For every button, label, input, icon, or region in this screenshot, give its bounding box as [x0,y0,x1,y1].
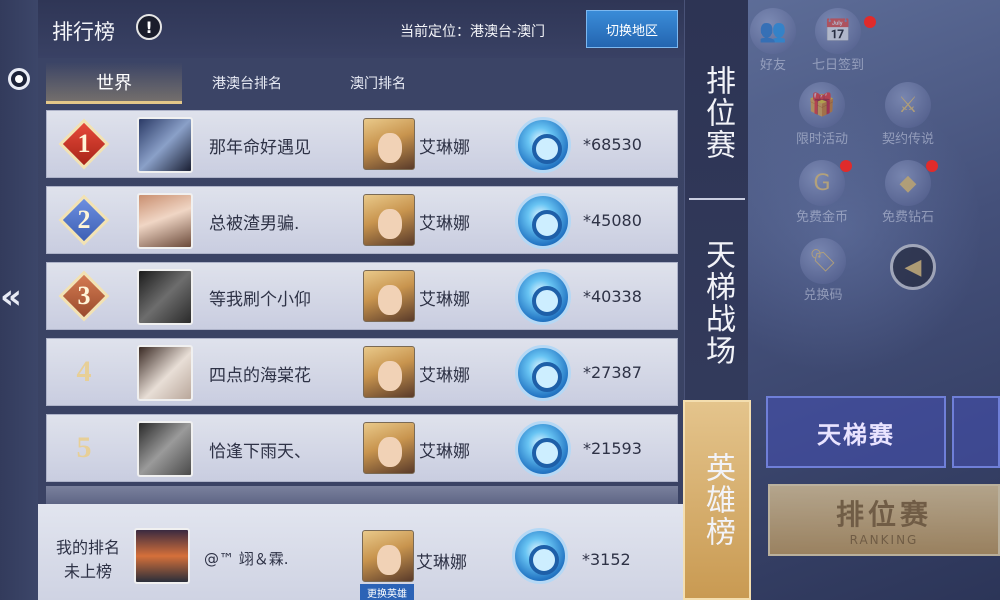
hero-name: 艾琳娜 [419,214,470,234]
player-name: 等我刷个小仰 [209,290,311,310]
hero-portrait [363,346,415,398]
ranking-tabs: 世界 港澳台排名 澳门排名 [38,62,684,106]
speaker-icon: ◀ [890,244,936,290]
tab-ranked[interactable]: 排位赛 [685,38,749,188]
tab-world[interactable]: 世界 [46,62,182,104]
table-row[interactable]: 4 四点的海棠花 艾琳娜 *27387 [46,338,678,406]
score-medal-icon [515,269,571,325]
hero-name: 艾琳娜 [419,366,470,386]
avatar[interactable] [137,345,193,401]
friends-menu-item[interactable]: 👥 好友 [750,8,796,73]
hero-portrait [363,118,415,170]
score-medal-icon [515,421,571,477]
score-value: *27387 [583,363,642,382]
player-name: 恰逢下雨天、 [209,442,311,462]
hero-name: 艾琳娜 [419,290,470,310]
casual-mode-button[interactable] [952,396,1000,468]
tab-label: 排位赛 [700,65,735,161]
score-value: *40338 [583,287,642,306]
player-name: 总被渣男骗. [209,214,300,234]
ranked-match-button[interactable]: 排位赛 RANKING [768,484,1000,556]
hero-name: 艾琳娜 [416,553,467,573]
hero-portrait[interactable] [362,530,414,582]
leaderboard-header: 排行榜 ! 当前定位：港澳台-澳门 切换地区 [38,0,684,58]
hero-name: 艾琳娜 [419,138,470,158]
rank-badge: 3 [53,267,115,325]
leaderboard-category-tabs: 排位赛 天梯战场 英雄榜 [683,0,751,600]
tab-hk-macau-taiwan[interactable]: 港澳台排名 [200,62,294,104]
notification-dot [840,160,852,172]
checkin-menu-item[interactable]: 📅 七日签到 [812,8,864,73]
page-title: 排行榜 [52,20,115,44]
table-row[interactable]: 5 恰逢下雨天、 艾琳娜 *21593 [46,414,678,482]
tab-label: 英雄榜 [700,452,735,548]
help-icon[interactable]: ! [136,14,162,40]
bronze-medal-icon: 3 [56,268,112,324]
calendar-icon: 📅 [815,8,861,54]
score-value: *3152 [582,550,631,569]
change-hero-button[interactable]: 更换英雄 [360,584,414,600]
avatar[interactable] [137,269,193,325]
my-rank-label: 我的排名 未上榜 [55,538,120,581]
notification-dot [864,16,876,28]
gold-coin-icon: G [799,160,845,206]
chest-icon: 🎁 [799,82,845,128]
tab-hero-board[interactable]: 英雄榜 [683,400,751,600]
score-medal-icon [515,345,571,401]
rank-badge: 2 [53,191,115,249]
hero-name: 艾琳娜 [419,442,470,462]
rank-badge: 1 [53,115,115,173]
free-diamond-menu-item[interactable]: ◆ 免费钻石 [882,160,934,225]
diamond-icon: ◆ [885,160,931,206]
avatar[interactable] [137,117,193,173]
table-row[interactable]: 2 总被渣男骗. 艾琳娜 *45080 [46,186,678,254]
tab-ladder[interactable]: 天梯战场 [685,218,749,388]
my-ranking-row: 我的排名 未上榜 @™ 翊＆霖. 更换英雄 艾琳娜 *3152 [38,504,684,600]
free-gold-menu-item[interactable]: G 免费金币 [796,160,848,225]
hero-icon: ⚔ [885,82,931,128]
divider [689,198,745,200]
player-name: @™ 翊＆霖. [204,550,289,568]
score-value: *45080 [583,211,642,230]
score-medal-icon [515,193,571,249]
avatar[interactable] [134,528,190,584]
left-edge-strip: « [0,0,38,600]
player-name: 那年命好遇见 [209,138,311,158]
table-row[interactable]: 3 等我刷个小仰 艾琳娜 *40338 [46,262,678,330]
notification-dot [926,160,938,172]
score-value: *68530 [583,135,642,154]
score-value: *21593 [583,439,642,458]
tab-label: 天梯战场 [700,239,735,367]
score-medal-icon [515,117,571,173]
player-name: 四点的海棠花 [209,366,311,386]
tag-icon: 🏷 [800,238,846,284]
silver-medal-icon: 2 [56,192,112,248]
contract-legend-menu-item[interactable]: ⚔ 契约传说 [882,82,934,147]
avatar[interactable] [137,421,193,477]
friends-icon: 👥 [750,8,796,54]
ladder-match-button[interactable]: 天梯赛 [766,396,946,468]
switch-region-button[interactable]: 切换地区 [586,10,678,48]
avatar[interactable] [137,193,193,249]
limited-event-menu-item[interactable]: 🎁 限时活动 [796,82,848,147]
tab-macau[interactable]: 澳门排名 [338,62,418,104]
score-medal-icon [512,528,568,584]
gold-medal-icon: 1 [56,116,112,172]
collapse-arrow-icon[interactable]: « [0,280,22,314]
leaderboard-panel: 排行榜 ! 当前定位：港澳台-澳门 切换地区 世界 港澳台排名 澳门排名 1 那… [38,0,684,600]
rank-number: 5 [76,431,92,464]
indicator-dot-icon [8,68,30,90]
hero-portrait [363,422,415,474]
table-row[interactable]: 1 那年命好遇见 艾琳娜 *68530 [46,110,678,178]
hero-portrait [363,270,415,322]
sound-toggle[interactable]: ◀ [890,244,936,290]
hero-portrait [363,194,415,246]
redeem-code-menu-item[interactable]: 🏷 兑换码 [800,238,846,303]
current-location: 当前定位：港澳台-澳门 [400,24,546,40]
rank-number: 4 [76,355,92,388]
